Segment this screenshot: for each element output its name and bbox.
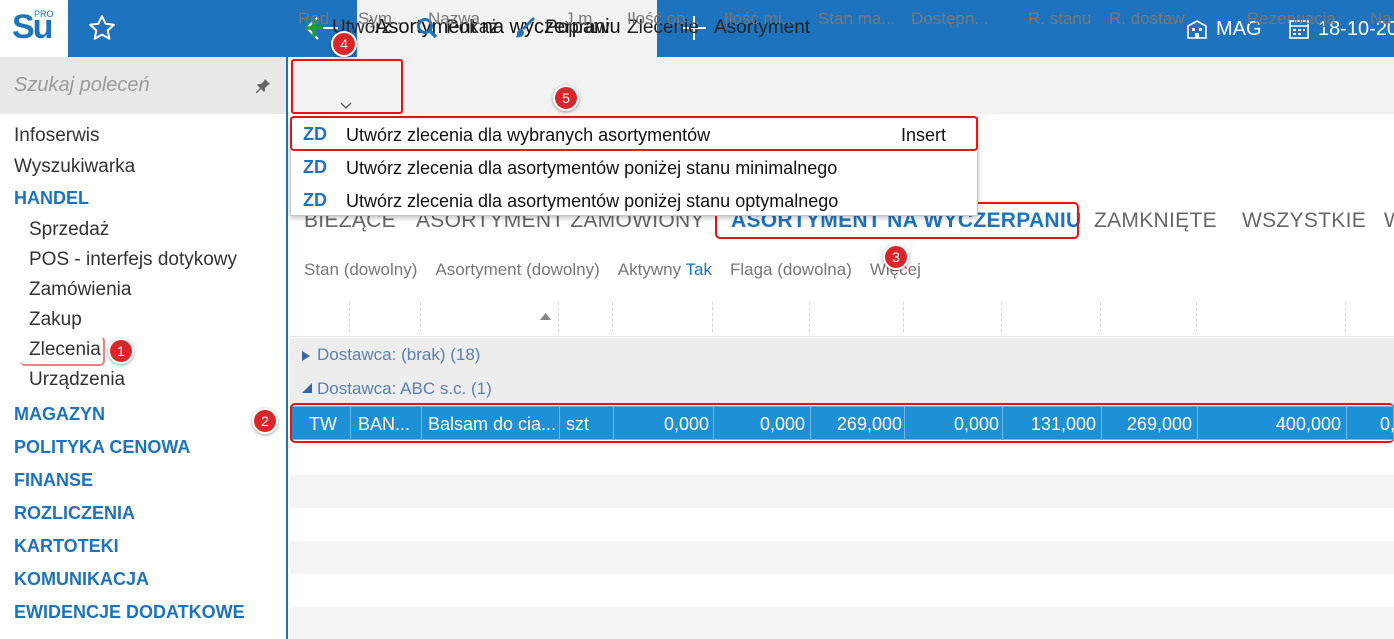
filter-stan[interactable]: Stan (dowolny) [304,260,417,280]
annotation-highlight-menu-item [290,116,978,151]
column-header-ilosc-op[interactable]: Ilość op... [627,9,711,29]
group-row-dostawca-abc[interactable]: Dostawca: ABC s.c. (1) [290,372,1394,406]
column-header-stan-ma[interactable]: Stan ma... [818,9,902,29]
document-type-badge: ZD [303,157,327,177]
expand-icon[interactable] [302,351,310,361]
sidebar-section-kartoteki[interactable]: KARTOTEKI [14,536,119,557]
menu-item-create-below-optimal[interactable]: ZD Utwórz zlecenia dla asortymentów poni… [291,184,977,217]
app-logo[interactable]: Su PRO [0,0,68,57]
annotation-highlight-zlecenia [20,336,105,366]
sidebar-item-zamowienia[interactable]: Zamówienia [29,279,131,301]
column-divider[interactable] [809,302,810,332]
search-input[interactable] [0,57,250,114]
action-toolbar [290,57,1394,114]
sort-asc-icon [540,313,551,320]
filter-flaga[interactable]: Flaga (dowolna) [730,260,852,280]
sidebar-item-zakup[interactable]: Zakup [29,309,82,331]
column-divider[interactable] [420,302,421,332]
group-row-dostawca-brak[interactable]: Dostawca: (brak) (18) [290,338,1394,372]
filter-aktywny[interactable]: Aktywny Tak [618,260,712,280]
column-divider[interactable] [1001,302,1002,332]
collapse-icon[interactable] [302,383,312,393]
empty-row [290,541,1394,574]
sidebar-section-polityka-cenowa[interactable]: POLITYKA CENOWA [14,437,190,458]
menu-item-create-below-min[interactable]: ZD Utwórz zlecenia dla asortymentów poni… [291,151,977,184]
group-label: Dostawca: (brak) (18) [317,345,481,364]
tab-wszystkie[interactable]: WSZYSTKIE [1242,209,1366,233]
column-header-r-stanu[interactable]: R. stanu [1028,9,1098,29]
filter-bar: Stan (dowolny) Asortyment (dowolny) Akty… [304,260,921,280]
document-type-badge: ZD [303,190,327,210]
sidebar-section-komunikacja[interactable]: KOMUNIKACJA [14,569,149,590]
column-header-rezerwacja[interactable]: Rezerwacja [1247,9,1342,29]
pin-icon[interactable] [254,77,272,95]
sidebar-item-sprzedaz[interactable]: Sprzedaż [29,219,109,241]
sidebar-section-handel[interactable]: HANDEL [14,188,89,209]
filter-aktywny-label: Aktywny [617,260,682,279]
column-header-dostepn[interactable]: Dostępn... [911,9,997,29]
command-search [0,57,286,114]
column-header-ilosc-mi[interactable]: Ilość mi... [724,9,808,29]
annotation-badge-4: 4 [331,31,357,57]
menu-item-label: Utwórz zlecenia dla asortymentów poniżej… [346,158,838,178]
column-divider[interactable] [558,302,559,332]
column-divider[interactable] [712,302,713,332]
grid-header [290,300,1394,337]
annotation-badge-2: 2 [252,408,278,434]
column-header-symbol[interactable]: Sym... [358,9,413,29]
brush-icon [515,17,535,38]
sidebar-section-rozliczenia[interactable]: ROZLICZENIA [14,503,135,524]
column-header-rodzaj[interactable]: Rod... [298,9,348,29]
column-divider[interactable] [349,302,350,332]
column-divider[interactable] [1345,302,1346,332]
empty-row [290,475,1394,508]
annotation-highlight-create [291,59,403,114]
sidebar-item-infoserwis[interactable]: Infoserwis [14,125,100,147]
column-header-nazwa[interactable]: Nazwa [428,9,508,29]
sidebar-section-ewidencje-dodatkowe[interactable]: EWIDENCJE DODATKOWE [14,602,245,623]
column-divider[interactable] [903,302,904,332]
star-icon[interactable] [87,13,117,43]
sidebar-item-urzadzenia[interactable]: Urządzenia [29,369,125,391]
annotation-highlight-row [290,403,1394,443]
menu-item-label: Utwórz zlecenia dla asortymentów poniżej… [346,191,839,211]
sidebar-section-magazyn[interactable]: MAGAZYN [14,404,105,425]
filter-asortyment[interactable]: Asortyment (dowolny) [435,260,599,280]
column-divider[interactable] [1100,302,1101,332]
filter-aktywny-value: Tak [685,260,712,279]
column-header-jm[interactable]: J.m. [565,9,605,29]
sidebar-section-finanse[interactable]: FINANSE [14,470,93,491]
annotation-badge-1: 1 [108,338,134,364]
logo-pro: PRO [34,9,54,19]
column-divider[interactable] [612,302,613,332]
group-label: Dostawca: ABC s.c. (1) [317,379,492,398]
annotation-badge-5: 5 [553,85,579,111]
annotation-badge-3: 3 [883,244,909,270]
tab-zamkniete[interactable]: ZAMKNIĘTE [1094,209,1217,233]
empty-row [290,607,1394,639]
column-header-na[interactable]: Na [1370,9,1394,29]
column-header-r-dostaw[interactable]: R. dostaw [1109,9,1193,29]
sidebar-item-pos[interactable]: POS - interfejs dotykowy [29,249,237,271]
column-divider[interactable] [1196,302,1197,332]
sidebar-item-wyszukiwarka[interactable]: Wyszukiwarka [14,156,135,178]
tab-more[interactable]: W [1384,209,1394,233]
